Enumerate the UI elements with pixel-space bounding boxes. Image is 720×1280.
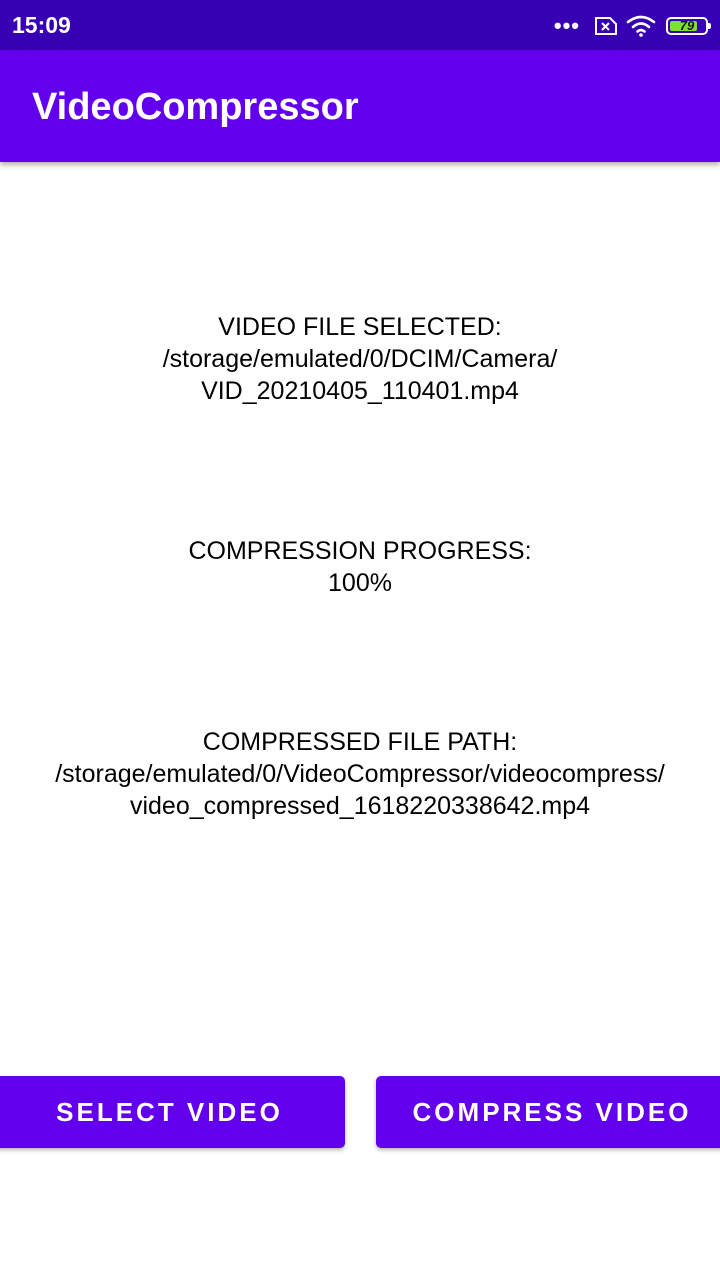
selected-video-label: VIDEO FILE SELECTED: (218, 313, 502, 341)
compressed-file-path-line1: /storage/emulated/0/VideoCompressor/vide… (55, 760, 665, 788)
wifi-icon (626, 15, 656, 37)
status-time: 15:09 (12, 12, 71, 38)
compression-progress-value: 100% (328, 569, 392, 597)
select-video-button[interactable]: SELECT VIDEO (0, 1076, 345, 1148)
selected-video-path-line2: VID_20210405_110401.mp4 (201, 377, 519, 405)
status-bar: 15:09 ••• 79 (0, 0, 720, 50)
battery-icon: 79 (666, 17, 711, 35)
battery-tip (708, 23, 711, 29)
app-title: VideoCompressor (32, 86, 359, 128)
app-bar: VideoCompressor (0, 50, 720, 162)
compressed-file-label: COMPRESSED FILE PATH: (202, 728, 518, 756)
selected-video-info: VIDEO FILE SELECTED: /storage/emulated/0… (0, 311, 720, 407)
compress-video-button[interactable]: COMPRESS VIDEO (376, 1076, 720, 1148)
compressed-file-info: COMPRESSED FILE PATH: /storage/emulated/… (0, 726, 720, 822)
selected-video-path-line1: /storage/emulated/0/DCIM/Camera/ (162, 345, 558, 373)
status-icons: ••• 79 (553, 12, 711, 40)
more-dots-icon: ••• (553, 13, 580, 38)
compression-progress-info: COMPRESSION PROGRESS: 100% (0, 535, 720, 599)
battery-level: 79 (679, 18, 695, 33)
compression-progress-label: COMPRESSION PROGRESS: (188, 537, 532, 565)
sim-disabled-icon (592, 16, 618, 36)
compressed-file-path-line2: video_compressed_1618220338642.mp4 (129, 792, 591, 820)
